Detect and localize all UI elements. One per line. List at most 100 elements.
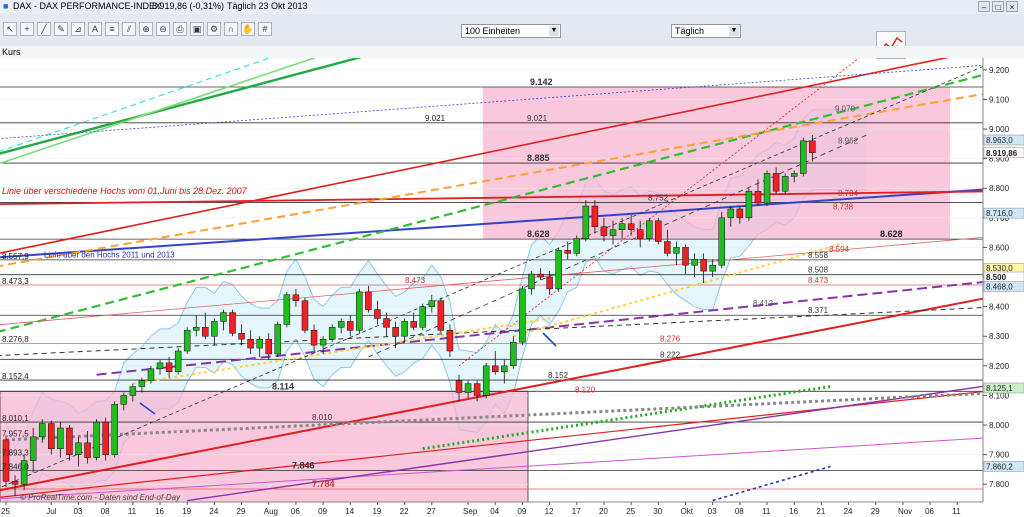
maximize-icon[interactable]: □ — [992, 1, 1004, 12]
level-label: 8.473 — [405, 276, 426, 285]
x-tick-label: 29 — [871, 507, 880, 516]
level-label: 8.114 — [272, 381, 294, 391]
candle — [238, 333, 245, 340]
candle — [682, 247, 689, 266]
candle — [419, 306, 427, 328]
level-label: 8.473 — [808, 276, 829, 285]
pen-icon[interactable]: ✎ — [54, 22, 68, 36]
settings-icon[interactable]: ⚙ — [207, 22, 221, 36]
candle — [573, 238, 581, 254]
candle — [310, 330, 318, 346]
left-level-label: 8.010,1 — [2, 414, 29, 423]
text-icon[interactable]: A — [88, 22, 102, 36]
level-label: 8.371 — [808, 306, 829, 315]
candle — [347, 321, 354, 331]
y-tick-label: 8.200 — [989, 362, 1010, 371]
annotation-text: Linie über den Hochs 2011 und 2013 — [44, 250, 175, 259]
y-tick-label: 8.000 — [989, 421, 1010, 430]
x-tick-label: 30 — [653, 507, 662, 516]
x-tick-label: 20 — [599, 507, 608, 516]
candle — [147, 368, 155, 381]
tab-kurs[interactable]: Kurs — [2, 46, 21, 58]
candle — [2, 439, 10, 482]
x-tick-label: 09 — [517, 507, 526, 516]
y-tick-label: 8.800 — [989, 184, 1010, 193]
candle — [809, 140, 816, 153]
candle — [636, 229, 644, 239]
level-label: 7.784 — [312, 479, 335, 489]
candle — [392, 327, 399, 337]
minimize-icon[interactable]: – — [978, 1, 990, 12]
level-label: 9.142 — [530, 77, 553, 87]
left-level-label: 7.846,0 — [2, 463, 29, 472]
grid-icon[interactable]: # — [258, 22, 272, 36]
left-level-label: 8.276,8 — [2, 335, 29, 344]
price-tag-label: 8.919,86 — [986, 149, 1018, 158]
crosshair-icon[interactable]: + — [20, 22, 34, 36]
candle — [328, 327, 336, 340]
y-tick-label: 7.900 — [989, 451, 1010, 460]
y-tick-label: 8.300 — [989, 332, 1010, 341]
candle — [75, 442, 82, 455]
candle — [537, 273, 544, 278]
y-tick-label: 9.000 — [989, 125, 1010, 134]
units-select-value: 100 Einheiten — [465, 26, 521, 36]
close-icon[interactable]: × — [1006, 1, 1018, 12]
candle — [383, 318, 390, 328]
x-tick-label: 25 — [1, 507, 10, 516]
zoom-in-icon[interactable]: ⊕ — [139, 22, 153, 36]
candle — [772, 173, 780, 192]
interval-select[interactable]: Täglich ▼ — [671, 24, 741, 38]
x-tick-label: 17 — [572, 507, 581, 516]
print-icon[interactable]: ⎙ — [173, 22, 187, 36]
y-tick-label: 9.100 — [989, 95, 1010, 104]
value-label: 8.120 — [575, 386, 596, 395]
x-tick-label: 08 — [101, 507, 110, 516]
x-tick-label: 22 — [400, 507, 409, 516]
zoom-out-icon[interactable]: ⊖ — [156, 22, 170, 36]
candle — [57, 427, 64, 449]
candle — [600, 226, 608, 236]
units-select[interactable]: 100 Einheiten ▼ — [461, 24, 561, 38]
fibonacci-icon[interactable]: ≡ — [105, 22, 119, 36]
hand-icon[interactable]: ✋ — [241, 22, 255, 36]
candle — [691, 259, 698, 266]
interval-select-value: Täglich — [675, 26, 705, 36]
save-icon[interactable]: ▣ — [190, 22, 204, 36]
x-tick-label: 11 — [952, 507, 961, 516]
chevron-down-icon: ▼ — [729, 26, 739, 36]
candle — [673, 247, 680, 254]
candle — [555, 250, 562, 290]
y-tick-label: 7.800 — [989, 480, 1010, 489]
candle — [491, 365, 499, 373]
candle — [256, 338, 263, 349]
x-tick-label: 25 — [626, 507, 635, 516]
x-tick-label: 21 — [816, 507, 825, 516]
candle — [102, 421, 109, 455]
x-tick-label: 16 — [155, 507, 164, 516]
candle — [800, 140, 807, 174]
candle — [646, 220, 653, 239]
window-title-quote: 8.919,86 (-0,31%) — [152, 1, 225, 11]
candle — [11, 481, 19, 485]
line-icon[interactable]: ╱ — [37, 22, 51, 36]
candle — [84, 442, 91, 458]
candle — [229, 312, 236, 334]
ruler-icon[interactable]: ⊿ — [71, 22, 85, 36]
cursor-icon[interactable]: ↖ — [3, 22, 17, 36]
chevron-down-icon: ▼ — [549, 26, 559, 36]
candle — [655, 220, 662, 242]
price-chart[interactable]: 9.1429.0218.8858.7528.6288.5588.5088.473… — [0, 0, 1024, 517]
price-tag-label: 8.500 — [986, 273, 1007, 282]
candle — [464, 383, 472, 393]
magnet-icon[interactable]: ∩ — [224, 22, 238, 36]
candle — [700, 259, 707, 272]
value-label: 8.962 — [838, 136, 859, 145]
x-tick-label: 14 — [345, 507, 354, 516]
candle — [582, 205, 590, 239]
price-tag-label: 8.963,0 — [986, 136, 1013, 145]
price-tag-label: 8.716,0 — [986, 209, 1013, 218]
candle — [763, 173, 771, 204]
channel-icon[interactable]: ⫽ — [122, 22, 136, 36]
level-label: 8.508 — [808, 266, 829, 275]
